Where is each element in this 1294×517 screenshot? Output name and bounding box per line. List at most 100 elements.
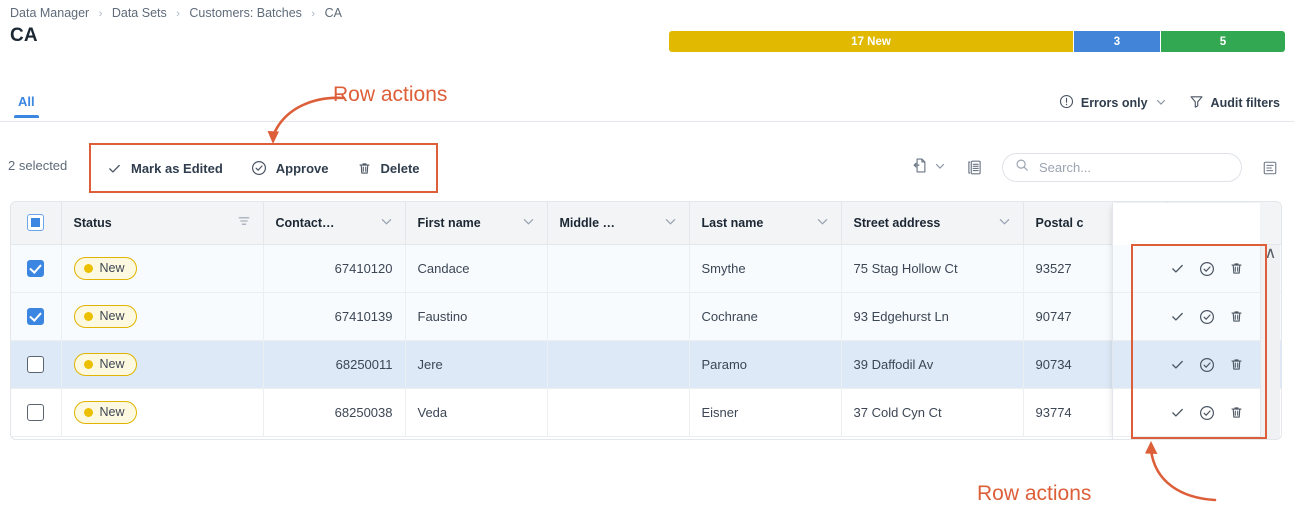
table-row[interactable]: New67410120CandaceSmythe75 Stag Hollow C… — [11, 244, 1282, 292]
header-row: Status Contact… — [11, 202, 1282, 244]
row-select-cell — [11, 340, 61, 388]
tabs-right-tools: Errors only Audit filters — [1059, 94, 1280, 112]
chevron-down-icon[interactable] — [380, 215, 393, 231]
row-checkbox[interactable] — [27, 308, 44, 325]
column-settings-icon[interactable] — [1256, 154, 1284, 182]
export-button[interactable] — [911, 156, 946, 180]
export-icon — [911, 156, 930, 180]
status-dot-icon — [84, 360, 93, 369]
search-icon — [1015, 158, 1029, 177]
chevron-down-icon[interactable] — [998, 215, 1011, 231]
column-header-first-name[interactable]: First name — [405, 202, 547, 244]
breadcrumb-item-3[interactable]: CA — [325, 6, 342, 20]
cell-middle-name — [547, 340, 689, 388]
check-icon[interactable] — [1170, 405, 1185, 420]
column-label-street-address: Street address — [854, 216, 941, 230]
row-actions-column — [1112, 203, 1260, 440]
breadcrumb-item-0[interactable]: Data Manager — [10, 6, 89, 20]
row-actions — [1113, 389, 1260, 437]
column-label-first-name: First name — [418, 216, 481, 230]
status-badge-label: New — [100, 357, 125, 371]
cell-status: New — [61, 388, 263, 436]
check-circle-icon[interactable] — [1199, 309, 1215, 325]
check-icon — [107, 161, 122, 176]
check-circle-icon[interactable] — [1199, 357, 1215, 373]
breadcrumb-separator: › — [176, 8, 180, 20]
audit-filters-button[interactable]: Audit filters — [1189, 94, 1280, 112]
column-label-status: Status — [74, 216, 112, 230]
cell-status: New — [61, 340, 263, 388]
check-circle-icon[interactable] — [1199, 261, 1215, 277]
breadcrumb-item-2[interactable]: Customers: Batches — [189, 6, 302, 20]
column-header-middle-name[interactable]: Middle … — [547, 202, 689, 244]
row-checkbox[interactable] — [27, 356, 44, 373]
status-segment-1[interactable]: 3 — [1074, 31, 1161, 52]
check-icon[interactable] — [1170, 357, 1185, 372]
status-dot-icon — [84, 264, 93, 273]
column-header-last-name[interactable]: Last name — [689, 202, 841, 244]
check-icon[interactable] — [1170, 309, 1185, 324]
column-header-status[interactable]: Status — [61, 202, 263, 244]
cell-middle-name — [547, 292, 689, 340]
vertical-scrollbar[interactable]: ∧ — [1260, 245, 1280, 440]
cell-first-name: Veda — [405, 388, 547, 436]
table-row[interactable]: New67410139FaustinoCochrane93 Edgehurst … — [11, 292, 1282, 340]
cell-first-name: Faustino — [405, 292, 547, 340]
status-badge-label: New — [100, 405, 125, 419]
status-badge: New — [74, 401, 137, 424]
search-input[interactable] — [1037, 159, 1229, 176]
status-dot-icon — [84, 312, 93, 321]
check-circle-icon — [251, 160, 267, 176]
row-checkbox[interactable] — [27, 260, 44, 277]
status-badge-label: New — [100, 261, 125, 275]
row-actions — [1113, 245, 1260, 293]
select-all-cell — [11, 202, 61, 244]
stacked-pages-icon[interactable] — [960, 154, 988, 182]
mark-as-edited-button[interactable]: Mark as Edited — [107, 161, 223, 176]
scroll-up-arrow-icon[interactable]: ∧ — [1261, 245, 1280, 261]
cell-contact: 67410139 — [263, 292, 405, 340]
filter-lines-icon[interactable] — [237, 214, 251, 231]
delete-label: Delete — [381, 161, 420, 176]
cell-status: New — [61, 244, 263, 292]
errors-only-label: Errors only — [1081, 96, 1148, 110]
records-table: Status Contact… — [11, 202, 1282, 437]
annotation-arrow-bottom — [1135, 436, 1235, 502]
row-checkbox[interactable] — [27, 404, 44, 421]
table-row[interactable]: New68250011JereParamo39 Daffodil Av90734 — [11, 340, 1282, 388]
tab-all[interactable]: All — [18, 94, 35, 118]
row-actions-toolbar-group: Mark as Edited Approve Delete — [89, 143, 438, 193]
cell-middle-name — [547, 244, 689, 292]
column-label-postal-code: Postal c — [1036, 216, 1084, 230]
cell-last-name: Cochrane — [689, 292, 841, 340]
status-segment-0[interactable]: 17 New — [669, 31, 1074, 52]
table-row[interactable]: New68250038VedaEisner37 Cold Cyn Ct93774 — [11, 388, 1282, 436]
page-root: Data Manager › Data Sets › Customers: Ba… — [0, 0, 1294, 517]
approve-label: Approve — [276, 161, 329, 176]
errors-only-filter[interactable]: Errors only — [1059, 94, 1167, 112]
column-header-contact[interactable]: Contact… — [263, 202, 405, 244]
trash-icon[interactable] — [1229, 357, 1244, 372]
delete-button[interactable]: Delete — [357, 161, 420, 176]
chevron-down-icon[interactable] — [816, 215, 829, 231]
trash-icon[interactable] — [1229, 309, 1244, 324]
breadcrumb-item-1[interactable]: Data Sets — [112, 6, 167, 20]
check-circle-icon[interactable] — [1199, 405, 1215, 421]
annotation-row-actions-top: Row actions — [333, 83, 447, 107]
select-all-checkbox[interactable] — [27, 214, 44, 231]
trash-icon[interactable] — [1229, 261, 1244, 276]
row-select-cell — [11, 388, 61, 436]
status-segment-2[interactable]: 5 — [1161, 31, 1285, 52]
check-icon[interactable] — [1170, 261, 1185, 276]
cell-last-name: Eisner — [689, 388, 841, 436]
breadcrumb-separator: › — [99, 8, 103, 20]
column-label-contact: Contact… — [276, 216, 335, 230]
column-header-street-address[interactable]: Street address — [841, 202, 1023, 244]
chevron-down-icon[interactable] — [664, 215, 677, 231]
status-summary-bar: 17 New35 — [669, 31, 1285, 52]
search-box[interactable] — [1002, 153, 1242, 182]
trash-icon[interactable] — [1229, 405, 1244, 420]
chevron-down-icon[interactable] — [522, 215, 535, 231]
approve-button[interactable]: Approve — [251, 160, 329, 176]
selected-count: 2 selected — [8, 158, 67, 173]
